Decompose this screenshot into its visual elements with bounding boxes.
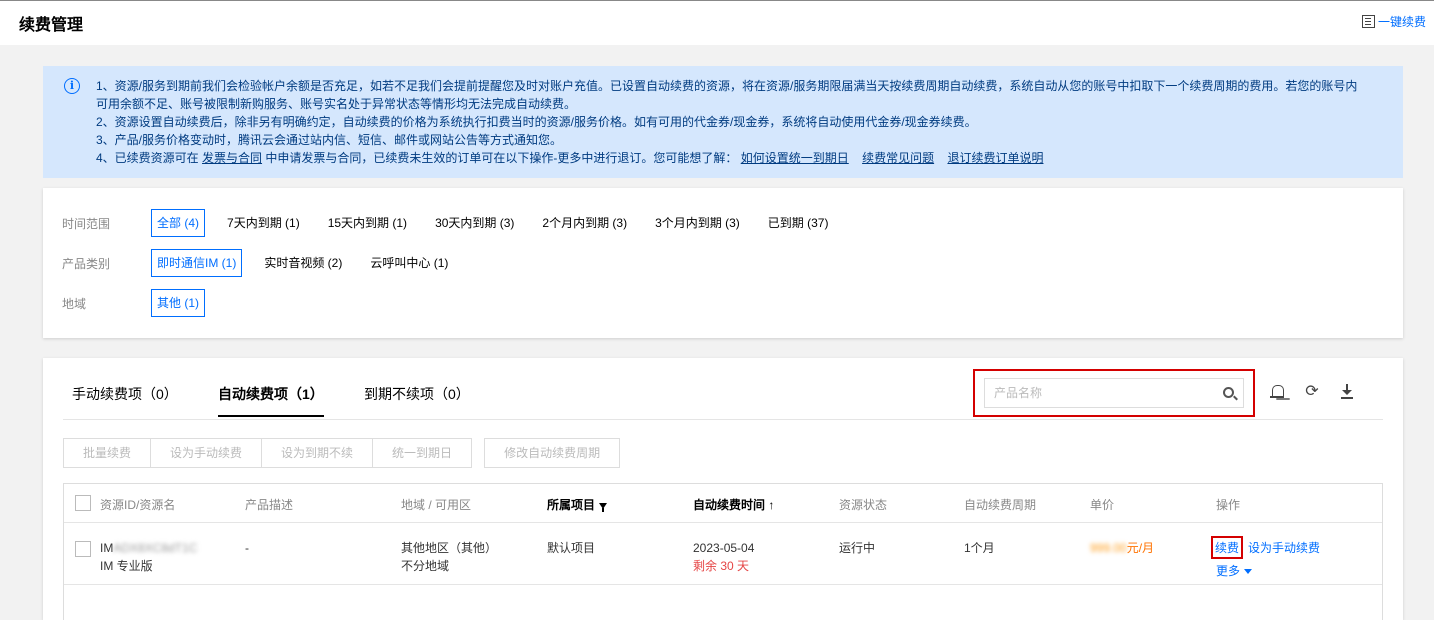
price-unit: 元/月	[1126, 541, 1155, 555]
column-header: 资源ID/资源名	[100, 498, 176, 512]
region-option[interactable]: 其他 (1)	[151, 289, 206, 317]
table-header: 资源ID/资源名 产品描述 地域 / 可用区 所属项目 自动续费时间 ↑ 资源状…	[64, 484, 1382, 523]
price-masked: 999.00	[1090, 541, 1127, 555]
product-filter: 产品类别 即时通信IM (1) 实时音视频 (2) 云呼叫中心 (1)	[62, 249, 470, 277]
list-icon	[1361, 15, 1375, 28]
region-label: 地域	[62, 296, 87, 311]
sort-arrow-up-icon[interactable]: ↑	[768, 498, 774, 512]
invoice-link[interactable]: 发票与合同	[202, 151, 262, 165]
resource-name: IM 专业版	[100, 559, 153, 573]
product-label: 产品类别	[62, 256, 111, 271]
resource-id-masked: ADX8XC8dT1C	[113, 541, 198, 555]
unify-expiry-link[interactable]: 如何设置统一到期日	[741, 151, 849, 165]
download-icon[interactable]	[1339, 384, 1355, 400]
column-header-project[interactable]: 所属项目	[547, 496, 608, 513]
row-checkbox[interactable]	[75, 541, 91, 557]
column-header: 资源状态	[839, 498, 888, 512]
batch-renew-button[interactable]: 批量续费	[63, 438, 152, 468]
time-option[interactable]: 7天内到期 (1)	[221, 209, 306, 237]
product-desc: -	[245, 541, 249, 555]
time-option[interactable]: 15天内到期 (1)	[322, 209, 413, 237]
notice-banner: i 1、资源/服务到期前我们会检验帐户余额是否充足，如若不足我们会提前提醒您及时…	[43, 66, 1403, 178]
remaining-days: 剩余 30 天	[693, 559, 750, 573]
refresh-icon[interactable]: ⟳	[1304, 384, 1320, 400]
filter-icon[interactable]	[599, 503, 608, 512]
info-icon: i	[64, 78, 80, 94]
time-option[interactable]: 2个月内到期 (3)	[536, 209, 633, 237]
set-no-renew-button[interactable]: 设为到期不续	[261, 438, 374, 468]
renew-date: 2023-05-04	[693, 541, 755, 555]
resource-id[interactable]: IMADX8XC8dT1C	[100, 539, 197, 557]
chevron-down-icon	[1244, 569, 1253, 574]
region-filter: 地域 其他 (1)	[62, 289, 221, 317]
select-all-checkbox[interactable]	[75, 495, 91, 511]
column-header: 自动续费周期	[964, 498, 1037, 512]
renewal-table: 资源ID/资源名 产品描述 地域 / 可用区 所属项目 自动续费时间 ↑ 资源状…	[63, 483, 1383, 620]
set-manual-renew-link[interactable]: 设为手动续费	[1248, 539, 1320, 557]
time-option[interactable]: 30天内到期 (3)	[429, 209, 520, 237]
notice-line-4-prefix: 4、已续费资源可在	[96, 151, 199, 165]
modify-renew-period-button[interactable]: 修改自动续费周期	[484, 438, 621, 468]
tab-no-renew[interactable]: 到期不续项（0）	[364, 384, 470, 404]
status-cell: 运行中	[839, 541, 876, 555]
set-manual-renew-button[interactable]: 设为手动续费	[150, 438, 263, 468]
region-text: 其他地区（其他）	[401, 541, 498, 555]
tab-manual-renew[interactable]: 手动续费项（0）	[72, 384, 178, 404]
product-option[interactable]: 即时通信IM (1)	[151, 249, 243, 277]
notice-line-3: 3、产品/服务价格变动时，腾讯云会通过站内信、短信、邮件或网站公告等方式通知您。	[96, 133, 563, 147]
faq-link[interactable]: 续费常见问题	[862, 151, 934, 165]
page-title: 续费管理	[19, 17, 84, 34]
resource-cell: IMADX8XC8dT1C IM 专业版	[100, 539, 197, 575]
price-cell: 999.00元/月	[1090, 539, 1154, 557]
column-header: 地域 / 可用区	[401, 498, 472, 512]
filter-panel: 时间范围 全部 (4) 7天内到期 (1) 15天内到期 (1) 30天内到期 …	[43, 188, 1403, 338]
search-input[interactable]	[985, 379, 1205, 407]
project-cell: 默认项目	[547, 541, 596, 555]
search-box	[984, 378, 1244, 408]
notice-line-4: 4、已续费资源可在 发票与合同 中申请发票与合同，已续费未生效的订单可在以下操作…	[96, 149, 1383, 167]
column-header: 单价	[1090, 498, 1115, 512]
search-icon[interactable]	[1223, 387, 1234, 398]
renewal-list-panel: 手动续费项（0） 自动续费项（1） 到期不续项（0） ⟳ 批量续费 设为手动续费…	[43, 358, 1403, 620]
renew-time-cell: 2023-05-04 剩余 30 天	[693, 539, 754, 575]
time-range-label: 时间范围	[62, 216, 111, 231]
period-cell: 1个月	[964, 541, 995, 555]
renew-button[interactable]: 续费	[1211, 536, 1244, 559]
product-option[interactable]: 云呼叫中心 (1)	[364, 249, 454, 277]
tab-auto-renew[interactable]: 自动续费项（1）	[218, 384, 324, 417]
column-header: 操作	[1216, 498, 1241, 512]
table-row: IMADX8XC8dT1C IM 专业版 - 其他地区（其他） 不分地域 默认项…	[64, 524, 1382, 585]
renew-all-button[interactable]: 一键续费	[1361, 13, 1426, 30]
column-header-label: 自动续费时间	[693, 498, 766, 512]
top-bar: 续费管理 一键续费	[0, 0, 1434, 45]
bell-icon[interactable]	[1269, 384, 1285, 400]
time-range-filter: 时间范围 全部 (4) 7天内到期 (1) 15天内到期 (1) 30天内到期 …	[62, 209, 850, 237]
time-option[interactable]: 已到期 (37)	[762, 209, 835, 237]
column-header-renew-time[interactable]: 自动续费时间 ↑	[693, 496, 774, 513]
column-header: 产品描述	[245, 498, 294, 512]
notice-line-2: 2、资源设置自动续费后，除非另有明确约定，自动续费的价格为系统执行扣费当时的资源…	[96, 115, 977, 129]
renew-all-label: 一键续费	[1377, 15, 1426, 29]
batch-action-bar: 批量续费 设为手动续费 设为到期不续 统一到期日 修改自动续费周期	[63, 438, 621, 468]
time-option[interactable]: 3个月内到期 (3)	[649, 209, 746, 237]
notice-line-1a: 1、资源/服务到期前我们会检验帐户余额是否充足，如若不足我们会提前提醒您及时对账…	[96, 79, 1358, 93]
notice-line-1b: 可用余额不足、账号被限制新购服务、账号实名处于异常状态等情形均无法完成自动续费。	[96, 97, 577, 111]
region-cell: 其他地区（其他） 不分地域	[401, 539, 497, 575]
unify-expiry-button[interactable]: 统一到期日	[372, 438, 473, 468]
unsubscribe-link[interactable]: 退订续费订单说明	[947, 151, 1043, 165]
more-label: 更多	[1216, 564, 1241, 578]
notice-line-4-middle: 中申请发票与合同，已续费未生效的订单可在以下操作-更多中进行退订。您可能想了解：	[265, 151, 738, 165]
column-header-label: 所属项目	[547, 498, 596, 512]
more-dropdown[interactable]: 更多	[1216, 562, 1253, 580]
product-option[interactable]: 实时音视频 (2)	[258, 249, 348, 277]
time-option[interactable]: 全部 (4)	[151, 209, 206, 237]
zone-text: 不分地域	[401, 559, 450, 573]
